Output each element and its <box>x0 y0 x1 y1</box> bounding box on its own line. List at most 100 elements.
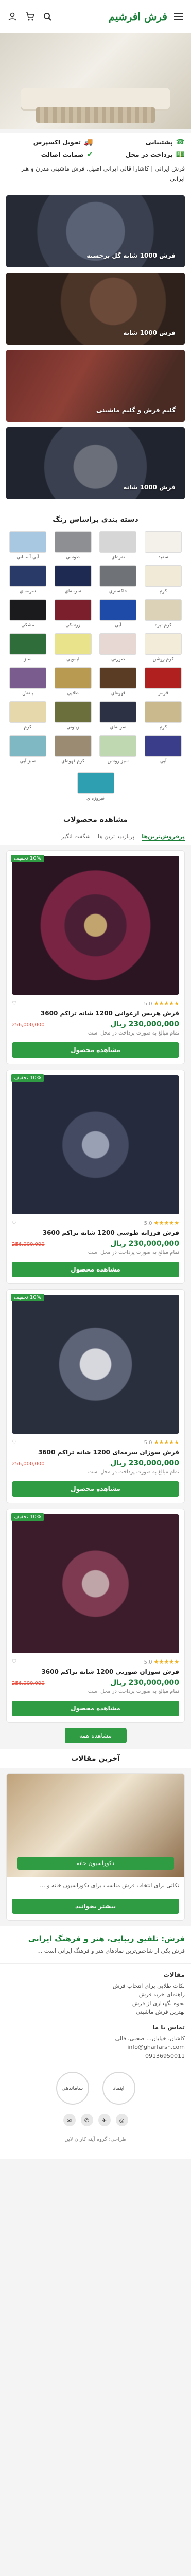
product-prices: 230,000,000 ریال 256,000,000 <box>7 1240 184 1248</box>
color-swatch-box <box>54 667 92 689</box>
view-product-button[interactable]: مشاهده محصول <box>12 1042 179 1058</box>
color-swatch-box <box>54 735 92 757</box>
wishlist-icon[interactable]: ♡ <box>12 1439 16 1445</box>
color-swatch[interactable]: سرمه‌ای <box>98 701 139 730</box>
view-product-button[interactable]: مشاهده محصول <box>12 1701 179 1717</box>
article-image[interactable]: دکوراسیون خانه <box>7 1774 184 1877</box>
category-banner[interactable]: گلیم فرش و گلیم ماشینی <box>6 350 185 422</box>
color-swatch[interactable]: آبی <box>143 735 184 764</box>
product-image[interactable] <box>12 856 179 995</box>
color-swatch[interactable]: صورتی <box>98 633 139 662</box>
logo[interactable]: فرش افرشیم <box>109 10 167 23</box>
color-swatch[interactable]: مشکی <box>7 599 48 628</box>
color-swatch[interactable]: کرم تیره <box>143 599 184 628</box>
feature-cod: 💵 پرداخت در محل <box>125 150 185 159</box>
view-product-button[interactable]: مشاهده محصول <box>12 1262 179 1278</box>
category-banner[interactable]: فرش 1000 شانه <box>6 273 185 345</box>
tagline: فرش: تلفیق زیبایی، هنر و فرهنگ ایرانی فر… <box>0 1925 191 1964</box>
product-old-price: 256,000,000 <box>12 1681 45 1687</box>
category-banner[interactable]: فرش 1000 شانه گل برجسته <box>6 195 185 268</box>
color-swatch-box <box>99 735 137 757</box>
color-swatch-box <box>54 565 92 587</box>
search-icon[interactable] <box>41 10 54 23</box>
article-desc: نکاتی برای انتخاب فرش مناسب برای دکوراسی… <box>40 1882 179 1889</box>
product-name[interactable]: فرش فرزانه طوسی 1200 شانه تراکم 3600 <box>7 1226 184 1240</box>
color-swatch[interactable]: طوسی <box>53 531 94 560</box>
headset-icon: ☎ <box>176 138 185 146</box>
footer-email[interactable]: info@gharfarsh.com <box>6 2043 185 2052</box>
wishlist-icon[interactable]: ♡ <box>12 1001 16 1006</box>
color-swatch[interactable]: قرمز <box>143 667 184 696</box>
color-swatch[interactable]: زیتونی <box>53 701 94 730</box>
hero-image <box>0 33 191 129</box>
wishlist-icon[interactable]: ♡ <box>12 1220 16 1226</box>
footer-phone[interactable]: 09136950011 <box>6 2052 185 2060</box>
footer-link[interactable]: نحوه نگهداری از فرش <box>6 1999 185 2008</box>
wishlist-icon[interactable]: ♡ <box>12 1659 16 1665</box>
color-swatch[interactable]: کرم <box>143 701 184 730</box>
cash-icon: 💵 <box>176 150 185 159</box>
product-image[interactable] <box>12 1295 179 1434</box>
product-rating: ★★★★★ 5.0 <box>144 1658 179 1666</box>
color-swatch[interactable]: آبی آسمانی <box>7 531 48 560</box>
star-rating: ★★★★★ <box>153 1658 179 1666</box>
read-more-button[interactable]: بیشتر بخوانید <box>12 1898 179 1914</box>
email-icon[interactable]: ✉ <box>63 2114 76 2127</box>
product-old-price: 256,000,000 <box>12 1242 45 1248</box>
whatsapp-icon[interactable]: ✆ <box>80 2114 93 2127</box>
color-swatch[interactable]: کرم قهوه‌ای <box>53 735 94 764</box>
color-swatch[interactable]: لیمویی <box>53 633 94 662</box>
chip-amazing[interactable]: شگفت انگیز <box>61 833 91 841</box>
telegram-icon[interactable]: ✈ <box>98 2114 111 2127</box>
discount-badge: 10% تخفیف <box>11 1074 45 1082</box>
color-swatch-box <box>145 565 182 587</box>
color-swatch[interactable]: فیروزه‌ای <box>77 772 114 801</box>
enamad-badge[interactable]: اینماد <box>102 2072 135 2105</box>
view-product-button[interactable]: مشاهده محصول <box>12 1481 179 1497</box>
color-swatch[interactable]: کرم <box>143 565 184 594</box>
color-swatch[interactable]: سفید <box>143 531 184 560</box>
footer-link[interactable]: بهترین فرش ماشینی <box>6 2008 185 2016</box>
instagram-icon[interactable]: ◎ <box>115 2114 128 2127</box>
star-rating: ★★★★★ <box>153 1000 179 1007</box>
color-swatch[interactable]: سبز <box>7 633 48 662</box>
show-all-button[interactable]: مشاهده همه <box>64 1728 127 1744</box>
header-right: فرش افرشیم <box>109 10 185 23</box>
menu-icon[interactable] <box>172 10 185 23</box>
product-prices: 230,000,000 ریال 256,000,000 <box>7 1459 184 1467</box>
color-swatch[interactable]: طلایی <box>53 667 94 696</box>
features: ☎ پشتیبانی 🚚 تحویل اکسپرس 💵 پرداخت در محل ✔… <box>0 133 191 162</box>
color-swatch[interactable]: سبز روشن <box>98 735 139 764</box>
color-swatch-box <box>9 565 46 587</box>
product-name[interactable]: فرش سوزان صورتی 1200 شانه تراکم 3600 <box>7 1665 184 1679</box>
product-image[interactable] <box>12 1075 179 1215</box>
chip-most-viewed[interactable]: پربازدید ترین ها <box>98 833 134 841</box>
product-name[interactable]: فرش سوزان سرمه‌ای 1200 شانه تراکم 3600 <box>7 1446 184 1459</box>
color-swatch[interactable]: کرم روشن <box>143 633 184 662</box>
footer-link[interactable]: نکات طلایی برای انتخاب فرش <box>6 1981 185 1990</box>
color-swatch[interactable]: نقره‌ای <box>98 531 139 560</box>
product-old-price: 256,000,000 <box>12 1461 45 1467</box>
color-swatch[interactable]: سرمه‌ای <box>7 565 48 594</box>
cart-icon[interactable] <box>24 10 36 23</box>
user-icon[interactable] <box>6 10 19 23</box>
samandehi-badge[interactable]: ساماندهی <box>56 2072 89 2105</box>
color-swatch[interactable]: سرمه‌ای <box>53 565 94 594</box>
product-name[interactable]: فرش هریس ارغوانی 1200 شانه تراکم 3600 <box>7 1007 184 1020</box>
page: فرش افرشیم ☎ پشتیبانی 🚚 تحویل اکسپرس 💵 پردا… <box>0 0 191 2159</box>
hero-rug <box>36 107 155 123</box>
color-swatch-box <box>9 633 46 655</box>
color-swatch[interactable]: خاکستری <box>98 565 139 594</box>
color-swatch[interactable]: بنفش <box>7 667 48 696</box>
color-swatch[interactable]: کرم <box>7 701 48 730</box>
category-banner[interactable]: فرش 1000 شانه <box>6 427 185 500</box>
discount-badge: 10% تخفیف <box>11 1513 45 1521</box>
product-image[interactable] <box>12 1514 179 1654</box>
color-swatch[interactable]: زرشکی <box>53 599 94 628</box>
color-swatch[interactable]: قهوه‌ای <box>98 667 139 696</box>
chip-bestsellers[interactable]: پرفروش‌ترین‌ها <box>142 833 185 841</box>
color-swatch[interactable]: آبی <box>98 599 139 628</box>
hero-sofa <box>21 88 170 109</box>
footer-link[interactable]: راهنمای خرید فرش <box>6 1990 185 1999</box>
color-swatch[interactable]: سبز آبی <box>7 735 48 764</box>
